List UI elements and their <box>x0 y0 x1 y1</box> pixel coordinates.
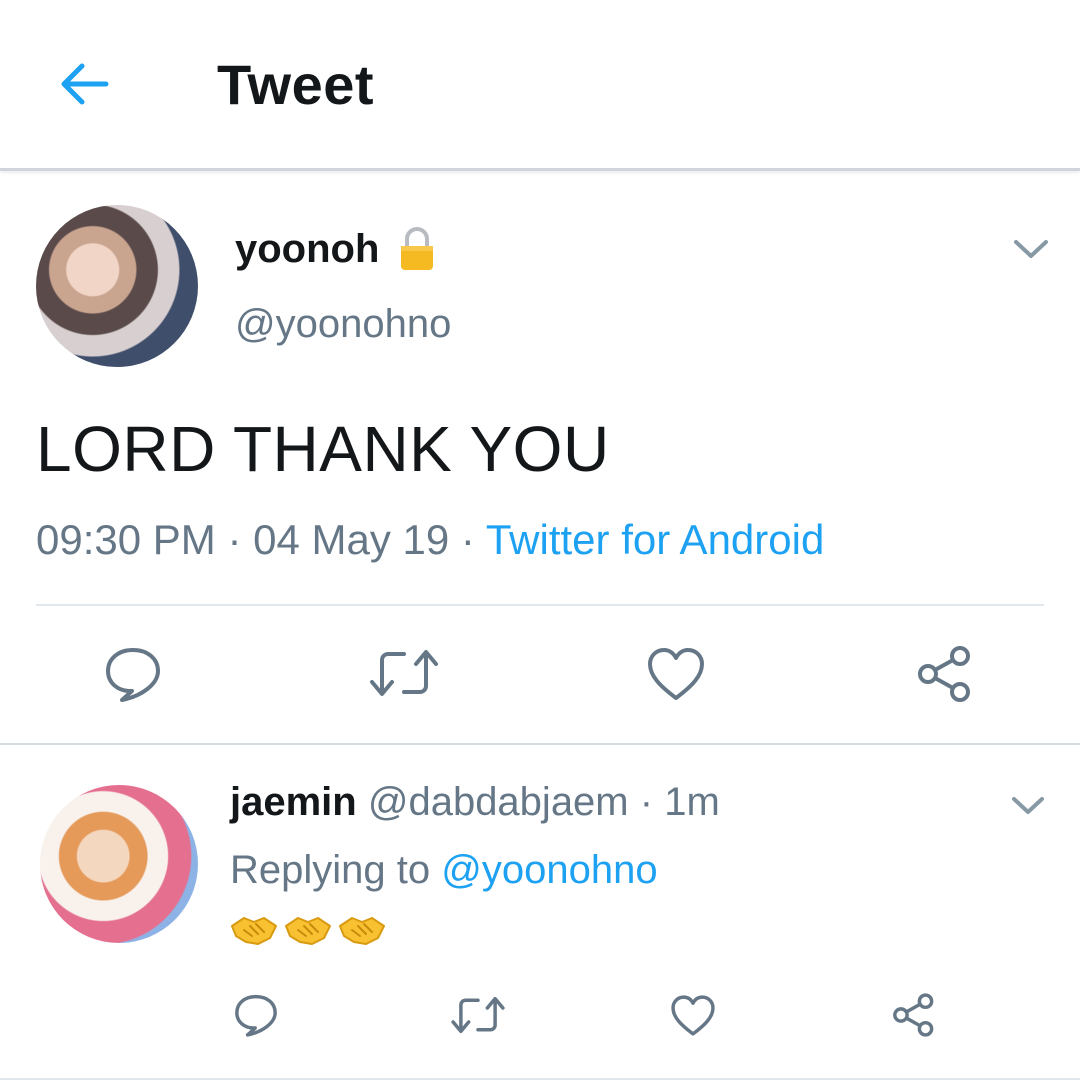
reply-header: jaemin @dabdabjaem · 1m <box>230 780 720 825</box>
replying-to-handle-link[interactable]: @yoonohno <box>441 848 657 892</box>
top-app-bar: Tweet <box>0 0 1080 171</box>
reply-like-button[interactable] <box>670 994 716 1042</box>
tweet-time: 09:30 PM <box>36 516 216 563</box>
replying-to: Replying to @yoonohno <box>230 848 658 893</box>
chevron-down-icon[interactable] <box>1008 790 1048 822</box>
tweet-meta: 09:30 PM · 04 May 19 · Twitter for Andro… <box>36 516 824 564</box>
reply-reply-button[interactable] <box>232 992 280 1043</box>
share-icon <box>918 646 970 702</box>
reply-icon <box>235 994 277 1037</box>
divider <box>0 743 1080 745</box>
reply-button[interactable] <box>102 644 164 709</box>
tweet-date: 04 May 19 <box>253 516 450 563</box>
retweet-button[interactable] <box>368 646 440 705</box>
author-name-row: yoonoh <box>235 226 437 272</box>
reply-share-button[interactable] <box>890 992 938 1043</box>
reply-author-handle[interactable]: @dabdabjaem <box>368 780 629 824</box>
reply-age: 1m <box>664 780 720 824</box>
author-handle[interactable]: @yoonohno <box>235 302 451 347</box>
handshake-emoji <box>230 912 278 948</box>
separator: · <box>460 516 475 563</box>
tweet-text: LORD THANK YOU <box>36 413 610 485</box>
lock-icon <box>397 226 437 272</box>
reply-text <box>230 912 386 948</box>
separator: · <box>227 516 242 563</box>
divider <box>36 604 1044 606</box>
handshake-emoji <box>338 912 386 948</box>
retweet-icon <box>370 650 438 696</box>
replying-prefix: Replying to <box>230 848 431 892</box>
share-button[interactable] <box>914 644 976 709</box>
like-icon <box>671 995 715 1036</box>
chevron-down-icon[interactable] <box>1010 232 1052 266</box>
like-button[interactable] <box>646 646 706 707</box>
page-title: Tweet <box>217 53 375 116</box>
reply-avatar[interactable] <box>40 785 198 943</box>
retweet-icon <box>451 996 505 1034</box>
divider <box>0 1078 1080 1080</box>
share-icon <box>893 993 934 1037</box>
separator: · <box>639 780 654 824</box>
handshake-emoji <box>284 912 332 948</box>
like-icon <box>648 648 704 700</box>
author-name[interactable]: yoonoh <box>235 227 379 272</box>
reply-author-name[interactable]: jaemin <box>230 780 357 824</box>
reply-icon <box>106 648 160 702</box>
back-arrow-icon[interactable] <box>52 52 116 116</box>
avatar[interactable] <box>36 205 198 367</box>
reply-retweet-button[interactable] <box>450 994 506 1041</box>
tweet-source-link[interactable]: Twitter for Android <box>486 516 824 563</box>
